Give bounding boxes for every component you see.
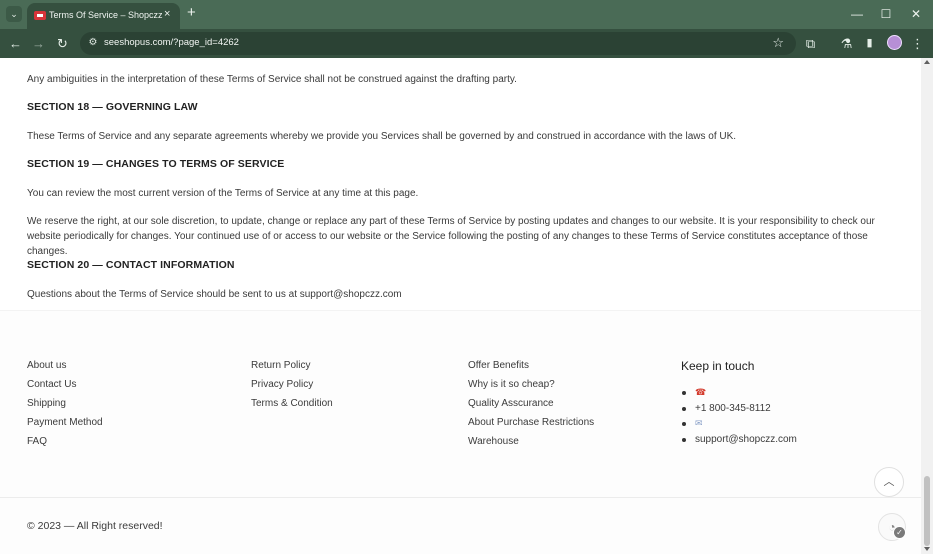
close-window-button[interactable]: ✕ [908, 6, 924, 22]
side-panel-icon[interactable]: ▮ [861, 35, 878, 52]
footer-link-terms-condition[interactable]: Terms & Condition [251, 397, 333, 416]
footer-link-why-cheap[interactable]: Why is it so cheap? [468, 378, 594, 397]
section-20-body: Questions about the Terms of Service sho… [27, 289, 402, 300]
tab-search-button[interactable]: ⌄ [6, 6, 22, 22]
section-19-body-1: You can review the most current version … [27, 188, 419, 199]
forward-icon[interactable]: → [30, 35, 47, 52]
bookmark-star-icon[interactable]: ☆ [772, 35, 784, 51]
new-tab-button[interactable]: + [187, 5, 196, 21]
chat-badge-icon: ✓ [893, 526, 906, 539]
phone-icon: ☎ [695, 387, 707, 397]
site-footer: About us Contact Us Shipping Payment Met… [0, 310, 921, 554]
footer-link-warehouse[interactable]: Warehouse [468, 435, 594, 454]
footer-link-purchase-restrictions[interactable]: About Purchase Restrictions [468, 416, 594, 435]
site-info-icon[interactable]: ⚙ [86, 36, 100, 50]
contact-phone-icon-item: ☎ [681, 385, 797, 401]
url-text[interactable]: seeshopus.com/?page_id=4262 [104, 37, 239, 48]
tab-title: Terms Of Service – Shopczz [49, 10, 163, 20]
footer-link-return-policy[interactable]: Return Policy [251, 359, 333, 378]
extensions-icon[interactable]: ⧉ [802, 35, 819, 52]
page-scrollbar[interactable] [921, 58, 933, 554]
mail-icon: ✉ [695, 418, 703, 428]
footer-column-policies: Return Policy Privacy Policy Terms & Con… [251, 359, 333, 416]
section-18-heading: SECTION 18 — GOVERNING LAW [27, 101, 198, 113]
page-viewport: Any ambiguities in the interpretation of… [0, 58, 921, 554]
browser-menu-icon[interactable]: ⋮ [909, 35, 926, 52]
footer-link-faq[interactable]: FAQ [27, 435, 103, 454]
footer-link-offer-benefits[interactable]: Offer Benefits [468, 359, 594, 378]
tab-active[interactable]: Terms Of Service – Shopczz × [27, 3, 180, 29]
shopczz-favicon-icon [34, 11, 46, 20]
address-bar[interactable]: ⚙ seeshopus.com/?page_id=4262 ☆ [80, 32, 796, 55]
tab-close-icon[interactable]: × [164, 8, 170, 20]
ambiguities-paragraph: Any ambiguities in the interpretation of… [27, 74, 517, 85]
footer-link-shipping[interactable]: Shipping [27, 397, 103, 416]
section-18-body: These Terms of Service and any separate … [27, 131, 737, 142]
footer-link-about-us[interactable]: About us [27, 359, 103, 378]
footer-column-company: About us Contact Us Shipping Payment Met… [27, 359, 103, 454]
labs-icon[interactable]: ⚗ [838, 35, 855, 52]
footer-divider [0, 497, 921, 498]
contact-mail-icon-item: ✉ [681, 416, 797, 432]
footer-link-payment-method[interactable]: Payment Method [27, 416, 103, 435]
scroll-up-arrow-icon[interactable] [924, 60, 930, 64]
keep-in-touch-title: Keep in touch [681, 359, 755, 373]
minimize-button[interactable]: — [849, 6, 865, 22]
back-to-top-button[interactable]: ︿ [874, 467, 904, 497]
contact-phone[interactable]: +1 800-345-8112 [681, 401, 797, 417]
reload-icon[interactable]: ↻ [54, 35, 71, 52]
copyright-text: © 2023 — All Right reserved! [27, 520, 163, 532]
contact-list: ☎ +1 800-345-8112 ✉ support@shopczz.com [681, 385, 797, 447]
maximize-button[interactable]: ☐ [878, 6, 894, 22]
footer-link-privacy-policy[interactable]: Privacy Policy [251, 378, 333, 397]
footer-link-quality-assurance[interactable]: Quality Asscurance [468, 397, 594, 416]
scrollbar-thumb[interactable] [924, 476, 930, 546]
section-20-heading: SECTION 20 — CONTACT INFORMATION [27, 259, 235, 271]
scroll-down-arrow-icon[interactable] [924, 547, 930, 551]
footer-column-info: Offer Benefits Why is it so cheap? Quali… [468, 359, 594, 454]
section-19-heading: SECTION 19 — CHANGES TO TERMS OF SERVICE [27, 158, 285, 170]
keep-in-touch: Keep in touch ☎ +1 800-345-8112 ✉ suppor… [681, 359, 797, 447]
section-19-body-2: We reserve the right, at our sole discre… [27, 216, 875, 257]
footer-link-contact-us[interactable]: Contact Us [27, 378, 103, 397]
profile-avatar[interactable] [887, 35, 902, 50]
browser-toolbar: ← → ↻ ⚙ seeshopus.com/?page_id=4262 ☆ ⧉ … [0, 29, 933, 58]
contact-email[interactable]: support@shopczz.com [681, 432, 797, 448]
browser-tab-bar: ⌄ Terms Of Service – Shopczz × + — ☐ ✕ [0, 0, 933, 29]
back-icon[interactable]: ← [7, 35, 24, 52]
